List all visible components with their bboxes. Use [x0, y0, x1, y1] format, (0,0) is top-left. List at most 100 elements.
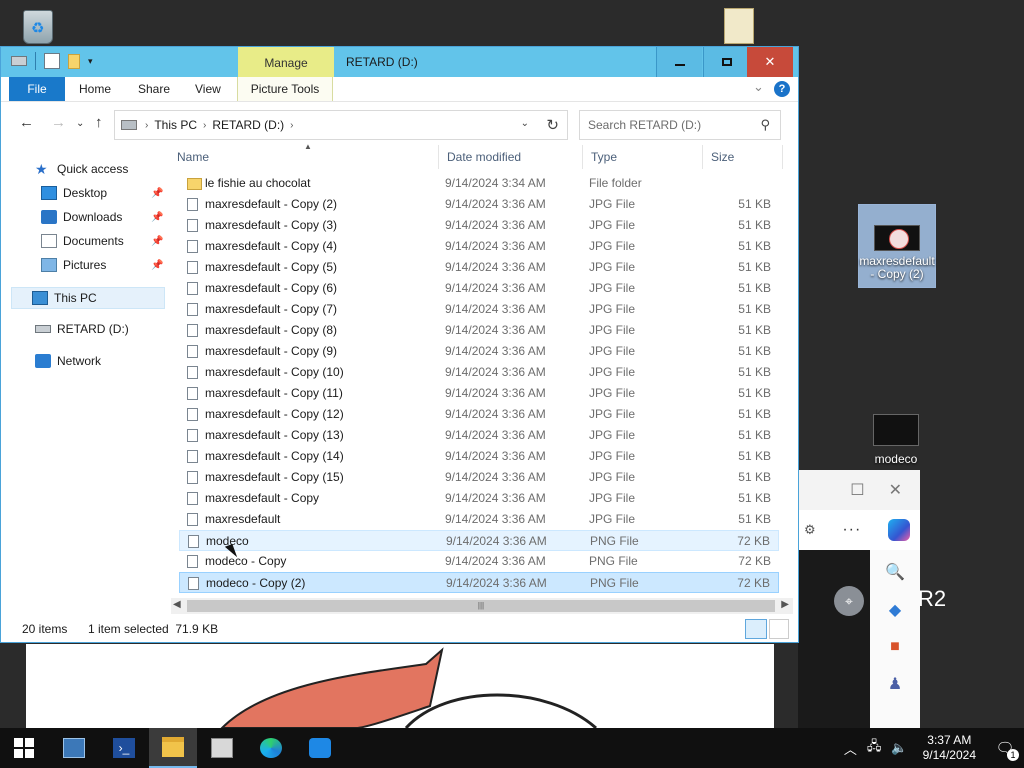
nav-item-network[interactable]: Network: [35, 350, 101, 372]
address-dropdown-icon[interactable]: ⌄: [521, 118, 529, 129]
file-row[interactable]: le fishie au chocolat 9/14/2024 3:34 AM Fi…: [179, 173, 779, 194]
customize-toolbar-icon[interactable]: ▾: [88, 56, 93, 67]
background-browser-window[interactable]: ☐ ✕ ⚙ ··· ⌖ 🔍 ◆ ■ ♟: [798, 470, 920, 732]
file-row[interactable]: maxresdefault - Copy (11) 9/14/2024 3:36 …: [179, 383, 779, 404]
nav-item-quick-access[interactable]: ★ Quick access: [35, 158, 128, 180]
breadcrumb-this-pc[interactable]: This PC: [154, 118, 197, 132]
help-icon[interactable]: ?: [774, 81, 790, 97]
file-row[interactable]: maxresdefault - Copy (14) 9/14/2024 3:36 …: [179, 446, 779, 467]
copilot-icon[interactable]: [887, 519, 910, 541]
title-bar[interactable]: ▾ Manage RETARD (D:) ✕: [1, 47, 798, 77]
pin-icon[interactable]: 📌: [151, 260, 163, 271]
nav-item-drive[interactable]: RETARD (D:): [35, 318, 129, 340]
clock[interactable]: 3:37 AM 9/14/2024: [923, 733, 976, 763]
nav-item-documents[interactable]: Documents 📌: [41, 230, 163, 252]
chess-icon[interactable]: ♟: [888, 674, 902, 694]
taskbar-edge[interactable]: [247, 728, 295, 768]
nav-item-this-pc[interactable]: This PC: [11, 287, 165, 309]
pin-icon[interactable]: 📌: [151, 212, 163, 223]
properties-icon[interactable]: [44, 53, 60, 69]
expand-ribbon-icon[interactable]: ⌄: [753, 79, 764, 95]
tag-icon[interactable]: ◆: [889, 600, 901, 620]
details-view-icon[interactable]: [745, 619, 767, 639]
taskbar-settings[interactable]: [296, 728, 344, 768]
taskbar-powershell[interactable]: ›_: [100, 728, 148, 768]
column-header-name[interactable]: Name: [169, 145, 439, 169]
more-options-icon[interactable]: ···: [842, 521, 861, 539]
up-arrow-icon[interactable]: ↑: [95, 114, 103, 131]
scroll-left-icon[interactable]: ◀: [173, 599, 181, 610]
recent-locations-chevron-icon[interactable]: ⌄: [76, 118, 84, 129]
large-icons-view-icon[interactable]: [769, 619, 789, 639]
tab-share[interactable]: Share: [138, 77, 170, 101]
volume-icon[interactable]: 🔈: [891, 740, 907, 756]
back-arrow-icon[interactable]: ←: [19, 114, 34, 131]
nav-item-downloads[interactable]: Downloads 📌: [41, 206, 163, 228]
column-header-type[interactable]: Type: [583, 145, 703, 169]
file-row[interactable]: maxresdefault - Copy (12) 9/14/2024 3:36 …: [179, 404, 779, 425]
tab-manage[interactable]: Manage: [238, 47, 334, 77]
desktop-icon-maxresdefault-copy-2[interactable]: maxresdefault - Copy (2): [858, 204, 936, 288]
file-row[interactable]: maxresdefault - Copy (2) 9/14/2024 3:36 A…: [179, 194, 779, 215]
maximize-button[interactable]: [703, 47, 749, 77]
tab-picture-tools[interactable]: Picture Tools: [237, 77, 333, 101]
recycle-bin-icon[interactable]: [14, 6, 62, 48]
file-row[interactable]: modeco - Copy (2) 9/14/2024 3:36 AM PNG Fi…: [179, 572, 779, 593]
file-row[interactable]: maxresdefault - Copy (3) 9/14/2024 3:36 A…: [179, 215, 779, 236]
file-row[interactable]: maxresdefault - Copy (7) 9/14/2024 3:36 A…: [179, 299, 779, 320]
pin-icon[interactable]: 📌: [151, 188, 163, 199]
network-tray-icon[interactable]: 🖧: [867, 737, 882, 759]
file-row[interactable]: maxresdefault - Copy (10) 9/14/2024 3:36 …: [179, 362, 779, 383]
breadcrumb-drive[interactable]: RETARD (D:): [212, 118, 284, 132]
tab-view[interactable]: View: [195, 77, 221, 101]
file-row[interactable]: maxresdefault - Copy (5) 9/14/2024 3:36 A…: [179, 257, 779, 278]
file-row[interactable]: maxresdefault - Copy (4) 9/14/2024 3:36 A…: [179, 236, 779, 257]
file-row[interactable]: maxresdefault - Copy (8) 9/14/2024 3:36 A…: [179, 320, 779, 341]
file-explorer-window[interactable]: ▾ Manage RETARD (D:) ✕ File Home Share V…: [0, 46, 799, 643]
desktop-file-icon[interactable]: [722, 8, 756, 48]
breadcrumb-separator-icon[interactable]: ›: [290, 120, 293, 131]
start-button[interactable]: [0, 728, 48, 768]
column-header-size[interactable]: Size: [703, 145, 783, 169]
breadcrumb-separator-icon[interactable]: ›: [145, 120, 148, 131]
chevron-up-icon[interactable]: ︿: [844, 739, 857, 758]
nav-item-pictures[interactable]: Pictures 📌: [41, 254, 163, 276]
scrollbar-thumb[interactable]: |||: [187, 600, 775, 612]
file-row[interactable]: maxresdefault - Copy 9/14/2024 3:36 AM JPG…: [179, 488, 779, 509]
file-row[interactable]: maxresdefault - Copy (6) 9/14/2024 3:36 A…: [179, 278, 779, 299]
file-row[interactable]: modeco 9/14/2024 3:36 AM PNG File 72 KB: [179, 530, 779, 551]
desktop-icon-modeco[interactable]: modeco: [866, 414, 926, 470]
search-icon[interactable]: ⚲: [760, 111, 770, 139]
tab-home[interactable]: Home: [79, 77, 111, 101]
nav-item-desktop[interactable]: Desktop 📌: [41, 182, 163, 204]
new-folder-icon[interactable]: [68, 53, 80, 69]
refresh-icon[interactable]: ↻: [546, 116, 559, 134]
column-header-date[interactable]: Date modified: [439, 145, 583, 169]
close-button[interactable]: ✕: [747, 47, 793, 77]
scroll-right-icon[interactable]: ▶: [781, 599, 789, 610]
extension-icon[interactable]: ⚙: [804, 522, 816, 538]
close-icon[interactable]: ✕: [889, 480, 902, 500]
search-icon[interactable]: 🔍: [885, 562, 905, 582]
breadcrumb-separator-icon[interactable]: ›: [203, 120, 206, 131]
pin-icon[interactable]: 📌: [151, 236, 163, 247]
image-file-icon: [187, 429, 198, 442]
minimize-button[interactable]: [656, 47, 702, 77]
forward-arrow-icon[interactable]: →: [51, 114, 66, 131]
file-row[interactable]: maxresdefault - Copy (13) 9/14/2024 3:36 …: [179, 425, 779, 446]
horizontal-scrollbar[interactable]: ◀ ||| ▶: [171, 598, 793, 614]
action-center-button[interactable]: 🗨 1: [986, 739, 1024, 761]
taskbar-file-explorer[interactable]: [149, 728, 197, 768]
address-bar[interactable]: › This PC › RETARD (D:) › ⌄ ↻: [114, 110, 568, 140]
taskbar-app[interactable]: [198, 728, 246, 768]
tab-file[interactable]: File: [9, 77, 65, 101]
search-input[interactable]: Search RETARD (D:) ⚲: [579, 110, 781, 140]
file-row[interactable]: maxresdefault - Copy (9) 9/14/2024 3:36 A…: [179, 341, 779, 362]
file-row[interactable]: maxresdefault - Copy (15) 9/14/2024 3:36 …: [179, 467, 779, 488]
file-row[interactable]: maxresdefault 9/14/2024 3:36 AM JPG File 51…: [179, 509, 779, 530]
maximize-icon[interactable]: ☐: [850, 480, 864, 500]
toolbox-icon[interactable]: ■: [890, 638, 900, 656]
file-row[interactable]: modeco - Copy 9/14/2024 3:36 AM PNG File 72…: [179, 551, 779, 572]
visual-search-icon[interactable]: ⌖: [834, 586, 864, 616]
taskbar-server-manager[interactable]: [50, 728, 98, 768]
